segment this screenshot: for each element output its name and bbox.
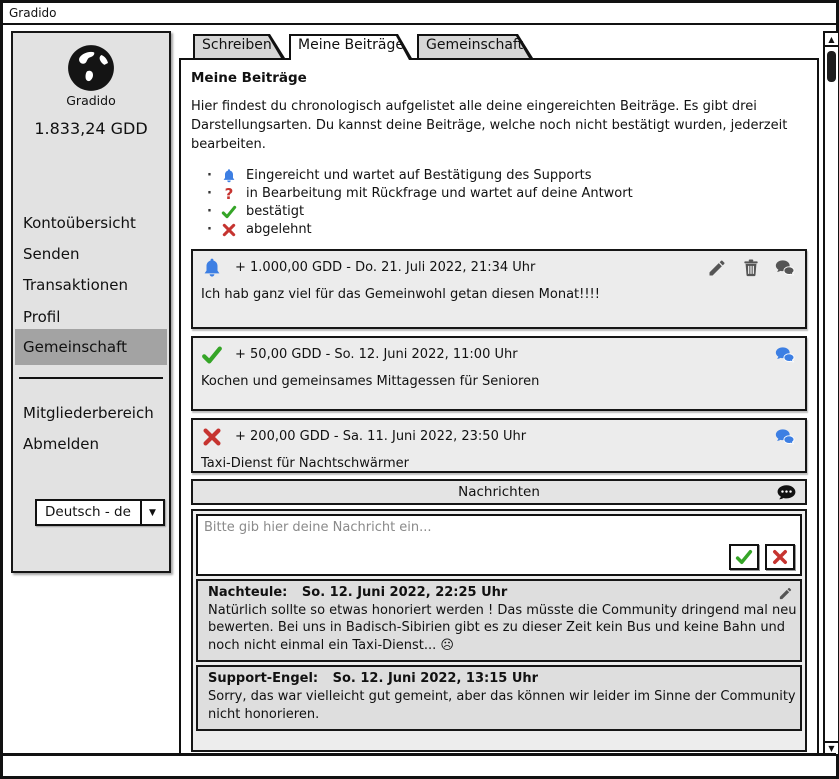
contribution-amount-date: + 200,00 GDD - Sa. 11. Juni 2022, 23:50 … — [235, 429, 526, 444]
message-author: Support-Engel: — [208, 671, 318, 686]
message-input-box — [196, 514, 802, 576]
contribution-card: + 200,00 GDD - Sa. 11. Juni 2022, 23:50 … — [191, 418, 807, 473]
sidebar-item-abmelden[interactable]: Abmelden — [15, 430, 167, 458]
cancel-button[interactable] — [765, 544, 795, 570]
messages-panel: Nachteule: So. 12. Juni 2022, 22:25 Uhr … — [191, 509, 807, 752]
bell-icon — [220, 167, 238, 185]
send-confirm-button[interactable] — [729, 544, 759, 570]
check-icon — [201, 344, 225, 366]
bell-icon — [201, 257, 225, 279]
gradido-logo — [13, 43, 169, 97]
sidebar-item-senden[interactable]: Senden — [15, 240, 167, 268]
speech-bubble-icon — [776, 483, 797, 504]
message-author: Nachteule: — [208, 585, 287, 600]
message-item: Support-Engel: So. 12. Juni 2022, 13:15 … — [196, 665, 802, 731]
sidebar-item-mitgliederbereich[interactable]: Mitgliederbereich — [15, 399, 167, 427]
logo-label: Gradido — [13, 93, 169, 108]
legend-item: · Eingereicht und wartet auf Bestätigung… — [207, 167, 807, 185]
check-icon — [735, 548, 753, 566]
status-legend: · Eingereicht und wartet auf Bestätigung… — [207, 167, 807, 239]
check-icon — [220, 203, 238, 221]
language-dropdown-value: Deutsch - de — [35, 499, 140, 526]
intro-text: Hier findest du chronologisch aufgeliste… — [191, 98, 791, 155]
tab-gemeinschaft[interactable]: Gemeinschaft — [417, 34, 533, 58]
sidebar-item-gemeinschaft[interactable]: Gemeinschaft — [15, 329, 167, 365]
messages-header: Nachrichten — [191, 479, 807, 505]
legend-item: · abgelehnt — [207, 221, 807, 239]
tab-meine-beitraege[interactable]: Meine Beiträge — [289, 34, 413, 58]
content-tabs: Schreiben Meine Beiträge Gemeinschaft — [193, 34, 537, 58]
vertical-scrollbar[interactable]: ▲ ▼ — [823, 31, 839, 756]
message-input[interactable] — [204, 520, 796, 546]
legend-label: bestätigt — [246, 204, 304, 219]
legend-item: · bestätigt — [207, 203, 807, 221]
message-time: So. 12. Juni 2022, 22:25 Uhr — [302, 585, 507, 600]
window-title: Gradido — [9, 6, 57, 20]
question-icon: ? — [220, 185, 238, 203]
chat-icon[interactable] — [775, 258, 795, 278]
trash-icon[interactable] — [741, 258, 761, 278]
scrollbar-thumb[interactable] — [827, 51, 836, 82]
edit-icon[interactable] — [778, 586, 793, 601]
cross-icon — [220, 221, 238, 239]
legend-item: · ? in Bearbeitung mit Rückfrage und war… — [207, 185, 807, 203]
contribution-amount-date: + 1.000,00 GDD - Do. 21. Juli 2022, 21:3… — [235, 260, 535, 275]
message-text: Sorry, das war vielleicht gut gemeint, a… — [208, 688, 807, 723]
contribution-text: Ich hab ganz viel für das Gemeinwohl get… — [193, 279, 805, 302]
balance-amount: 1.833,24 GDD — [13, 119, 169, 138]
legend-label: Eingereicht und wartet auf Bestätigung d… — [246, 168, 592, 183]
app-window: Gradido Gradido 1.833,24 GDD Kontoübersi… — [0, 0, 839, 779]
legend-label: abgelehnt — [246, 222, 312, 237]
message-time: So. 12. Juni 2022, 13:15 Uhr — [333, 671, 538, 686]
chat-icon[interactable] — [775, 345, 795, 365]
legend-label: in Bearbeitung mit Rückfrage und wartet … — [246, 186, 633, 201]
page-title: Meine Beiträge — [191, 70, 807, 86]
contribution-card: + 50,00 GDD - So. 12. Juni 2022, 11:00 U… — [191, 336, 807, 411]
sidebar-item-profil[interactable]: Profil — [15, 303, 167, 331]
cross-icon — [201, 426, 225, 448]
contribution-text: Taxi-Dienst für Nachtschwärmer — [193, 448, 805, 471]
contribution-amount-date: + 50,00 GDD - So. 12. Juni 2022, 11:00 U… — [235, 347, 518, 362]
sidebar-divider — [19, 377, 163, 379]
chevron-down-icon[interactable]: ▼ — [140, 499, 165, 526]
main-panel: Meine Beiträge Hier findest du chronolog… — [179, 58, 819, 755]
sidebar-item-transaktionen[interactable]: Transaktionen — [15, 271, 167, 299]
tab-schreiben[interactable]: Schreiben — [193, 34, 285, 58]
contribution-card: + 1.000,00 GDD - Do. 21. Juli 2022, 21:3… — [191, 249, 807, 329]
message-item: Nachteule: So. 12. Juni 2022, 22:25 Uhr … — [196, 579, 802, 663]
cross-icon — [771, 548, 789, 566]
window-titlebar: Gradido — [3, 3, 836, 25]
edit-icon[interactable] — [707, 258, 727, 278]
messages-header-label: Nachrichten — [458, 484, 540, 500]
sidebar: Gradido 1.833,24 GDD Kontoübersicht Send… — [11, 31, 171, 573]
window-statusbar — [3, 753, 836, 776]
scroll-up-icon[interactable]: ▲ — [825, 33, 838, 47]
chat-icon[interactable] — [775, 427, 795, 447]
contribution-text: Kochen und gemeinsames Mittagessen für S… — [193, 366, 805, 389]
language-dropdown[interactable]: Deutsch - de ▼ — [35, 499, 165, 526]
sidebar-item-kontouebersicht[interactable]: Kontoübersicht — [15, 209, 167, 237]
message-text: Natürlich sollte so etwas honoriert werd… — [208, 602, 807, 655]
